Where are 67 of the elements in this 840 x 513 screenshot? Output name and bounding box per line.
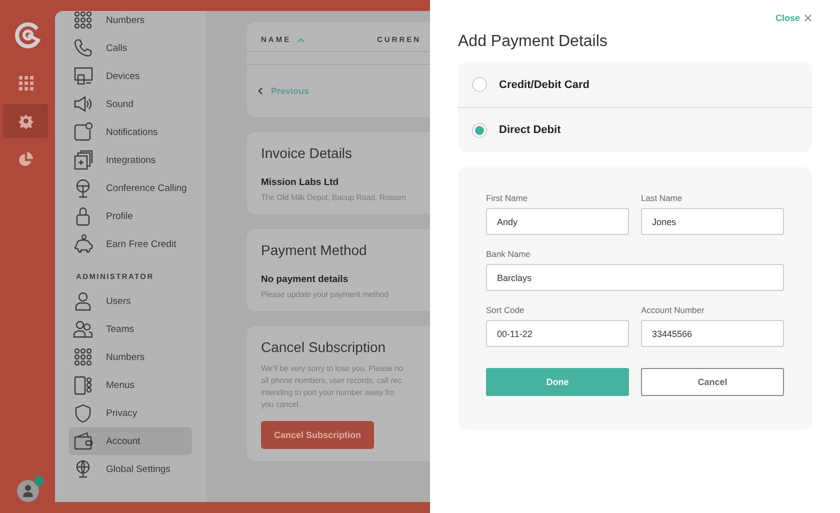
settings-icon	[18, 113, 34, 129]
menu-item[interactable]: Sound	[69, 90, 192, 118]
field-label: First Name	[486, 193, 529, 203]
input-field[interactable]: 33445566	[641, 320, 784, 347]
company-name: Mission Labs Ltd	[261, 177, 340, 188]
status-dot-icon	[34, 476, 44, 486]
payment-hint: Please update your payment method	[261, 290, 390, 299]
user-icon	[73, 291, 93, 311]
chevron-left-icon	[257, 87, 263, 95]
cancel-subscription-button[interactable]: Cancel Subscription	[261, 421, 374, 449]
menu-item[interactable]: Account	[69, 427, 192, 455]
close-icon[interactable]	[804, 14, 812, 22]
option-label[interactable]: Direct Debit	[499, 124, 561, 136]
input-field[interactable]: Jones	[641, 208, 784, 235]
menu-item[interactable]: Profile	[69, 202, 192, 230]
apps-grid-icon	[18, 75, 34, 91]
phone-icon	[73, 38, 93, 58]
menu-item[interactable]: Notifications	[69, 118, 192, 146]
radio-button[interactable]	[472, 122, 487, 138]
menu-item[interactable]: Numbers	[69, 11, 192, 34]
card-title: Payment Method	[261, 242, 368, 258]
field-label: Last Name	[641, 193, 684, 203]
menu-item[interactable]: Numbers	[69, 343, 192, 371]
radio-button[interactable]	[472, 77, 487, 92]
menu-item[interactable]: Earn Free Credit	[69, 230, 192, 258]
field-label: Account Number	[641, 305, 706, 315]
field-label: Sort Code	[486, 305, 526, 315]
logo-icon	[12, 20, 42, 50]
menu-item[interactable]: Global Settings	[69, 455, 192, 483]
card-title: Cancel Subscription	[261, 339, 387, 355]
wallet-icon	[73, 431, 93, 451]
menu-item[interactable]: Privacy	[69, 399, 192, 427]
card-title: Invoice Details	[261, 145, 354, 161]
input-field[interactable]: Andy	[486, 208, 629, 235]
company-address: The Old Milk Depot, Bacup Road, Rossen	[261, 193, 407, 202]
dial-pad-icon	[73, 11, 93, 30]
warning-text: you cancel.	[261, 399, 302, 411]
menu-item[interactable]: Teams	[69, 315, 192, 343]
pie-chart-icon	[18, 151, 34, 167]
warning-text: all phone numbers, user records, call rec	[261, 375, 402, 387]
sort-up-icon	[297, 36, 306, 42]
speaker-icon	[73, 94, 93, 114]
shield-icon	[73, 403, 93, 423]
menu-item[interactable]: Devices	[69, 62, 192, 90]
field-label: Bank Name	[486, 249, 532, 259]
users-icon	[73, 319, 93, 339]
avatar-icon[interactable]	[16, 480, 38, 502]
menu-item[interactable]: Conference Calling	[69, 174, 192, 202]
payment-status: No payment details	[261, 274, 350, 285]
menu-item[interactable]: Calls	[69, 34, 192, 62]
phone-menu-icon	[73, 375, 93, 395]
cancel-button[interactable]: Cancel	[641, 368, 784, 396]
option-label[interactable]: Credit/Debit Card	[499, 78, 590, 90]
menu-item[interactable]: Users	[69, 287, 192, 315]
warning-text: We'll be very sorry to lose you. Please no	[261, 363, 404, 375]
stacked-cards-icon	[73, 150, 93, 170]
drawer-title: Add Payment Details	[458, 33, 608, 51]
dial-pad-icon	[73, 347, 93, 367]
menu-item[interactable]: Menus	[69, 371, 192, 399]
menu-item[interactable]: Integrations	[69, 146, 192, 174]
notification-icon	[73, 122, 93, 142]
piggy-bank-icon	[73, 234, 93, 254]
warning-text: intending to port your number away fro	[261, 387, 396, 399]
input-field[interactable]: Barclays	[486, 264, 784, 291]
input-field[interactable]: 00-11-22	[486, 320, 629, 347]
rail-nav-item[interactable]	[3, 104, 48, 138]
devices-icon	[73, 66, 93, 86]
